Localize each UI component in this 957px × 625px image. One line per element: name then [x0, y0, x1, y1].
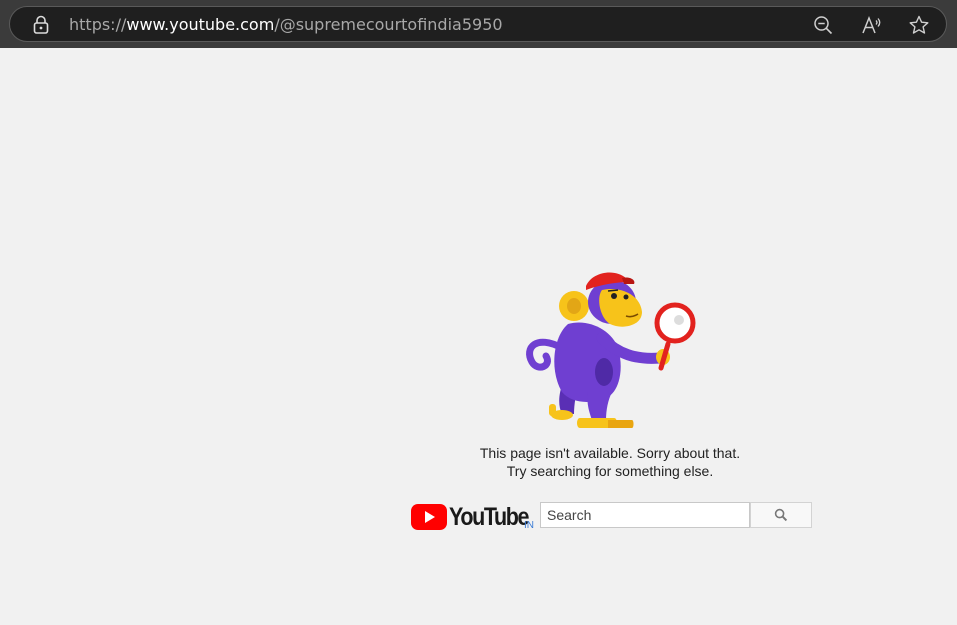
- error-line-2: Try searching for something else.: [506, 463, 714, 479]
- search-icon: [774, 508, 788, 522]
- search-input[interactable]: [540, 502, 750, 528]
- url-scheme: https://: [69, 15, 127, 34]
- page-content: [0, 48, 957, 625]
- read-aloud-icon[interactable]: [861, 14, 883, 36]
- search-button[interactable]: [750, 502, 812, 528]
- error-line-1: This page isn't available. Sorry about t…: [479, 445, 741, 461]
- address-bar[interactable]: https://www.youtube.com/@supremecourtofi…: [9, 6, 947, 42]
- error-message: This page isn't available. Sorry about t…: [410, 444, 810, 480]
- monkey-illustration: [526, 272, 696, 428]
- youtube-play-icon: [411, 504, 447, 530]
- url-path: /@supremecourtofindia5950: [274, 15, 503, 34]
- url-domain: www.youtube.com: [126, 15, 275, 34]
- favorite-star-icon[interactable]: [908, 14, 930, 36]
- zoom-out-icon[interactable]: [812, 14, 834, 36]
- youtube-logo[interactable]: YouTube IN: [411, 502, 539, 532]
- youtube-wordmark: YouTube: [449, 503, 530, 531]
- url-text[interactable]: https://www.youtube.com/@supremecourtofi…: [69, 15, 503, 35]
- browser-toolbar: https://www.youtube.com/@supremecourtofi…: [0, 0, 957, 48]
- lock-icon[interactable]: [32, 15, 50, 35]
- country-code: IN: [524, 520, 534, 531]
